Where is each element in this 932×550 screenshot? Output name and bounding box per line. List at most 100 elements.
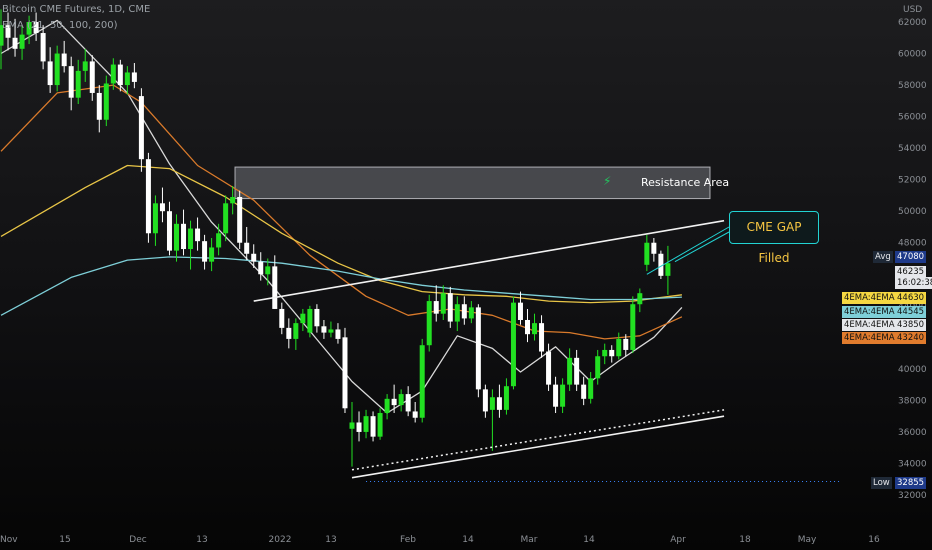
candle-body [623, 338, 629, 350]
candle-body [75, 70, 81, 98]
gap-callout[interactable]: CME GAP Filled [729, 211, 819, 265]
candle-body [546, 351, 552, 385]
price-tick-label: 52000 [898, 176, 927, 186]
price-tick-label: 54000 [898, 144, 927, 154]
candle-body [314, 308, 320, 327]
candle-body [216, 233, 222, 248]
price-tick-label: 38000 [898, 396, 927, 406]
candle-body [174, 223, 179, 251]
candle-body [286, 327, 292, 339]
candle-body [61, 53, 67, 67]
ema6-value-badge: 43240 [895, 332, 927, 344]
low-label-badge: Low [871, 477, 892, 489]
candle-body [517, 302, 523, 320]
candle-body [223, 203, 229, 234]
candle-body [602, 349, 608, 357]
candle-body [272, 266, 278, 309]
resistance-label: Resistance Area [641, 176, 730, 189]
ema-line-0 [0, 19, 683, 414]
chart-title: Bitcoin CME Futures, 1D, CME [2, 4, 151, 15]
candle-body [335, 329, 341, 339]
candle-body [377, 413, 383, 437]
callout-connector [646, 226, 730, 275]
candle-body [609, 349, 615, 357]
date-tick-label: 16 [868, 535, 880, 545]
ema3-value-badge: 43850 [895, 319, 927, 331]
candle-body [47, 61, 53, 86]
candle-body [419, 345, 425, 418]
candle-body [181, 223, 187, 250]
candle-body [363, 416, 369, 432]
candle-body [131, 72, 137, 82]
candle-body [503, 386, 509, 410]
candle-body [440, 293, 446, 314]
price-tick-label: 50000 [898, 207, 927, 217]
price-tick-label: 62000 [898, 18, 927, 28]
candle-body [539, 323, 545, 352]
candle-body [145, 159, 151, 234]
date-tick-label: Mar [521, 535, 538, 545]
date-tick-label: Apr [670, 535, 686, 545]
candle-body [665, 263, 671, 276]
candle-body [321, 326, 327, 333]
candle-body [525, 319, 530, 335]
candle-body [307, 308, 313, 333]
ema-line-1 [0, 84, 683, 340]
ema13-value-badge: 44630 [895, 292, 927, 304]
candle-body [630, 304, 636, 350]
candle-body [489, 397, 495, 410]
trendline-2 [351, 409, 725, 471]
candle-body [454, 304, 460, 322]
candle-body [651, 242, 657, 254]
price-tick-label: 32000 [898, 491, 927, 501]
date-tick-label: May [798, 535, 817, 545]
date-tick-label: Feb [400, 535, 416, 545]
candle-body [398, 394, 404, 406]
candle-body [532, 323, 538, 335]
candle-body [265, 266, 271, 275]
candle-body [588, 378, 594, 399]
candle-body [293, 323, 299, 339]
candle-body [159, 203, 165, 212]
chart-panel: 3200034000360003800040000420004400046000… [0, 0, 932, 550]
candle-body [152, 203, 158, 234]
candle-body [138, 96, 144, 160]
trendline-1 [351, 415, 725, 479]
price-chart[interactable]: 3200034000360003800040000420004400046000… [0, 0, 932, 550]
candle-body [384, 398, 390, 414]
candle-body [616, 338, 622, 357]
candle-body [82, 61, 88, 71]
candle-body [370, 416, 376, 437]
low-value-badge: 32855 [895, 477, 927, 489]
candle-body [426, 301, 432, 346]
candle-body [251, 253, 257, 262]
callout-connector [674, 231, 730, 263]
date-tick-label: Dec [129, 535, 146, 545]
indicator-legend: EMA (21, 50, 100, 200) [2, 20, 118, 31]
candle-body [110, 64, 116, 84]
candle-body [103, 83, 109, 120]
date-tick-label: 13 [325, 535, 336, 545]
candle-body [567, 357, 573, 385]
candle-body [230, 197, 236, 204]
candle-body [342, 337, 348, 409]
candle-body [124, 72, 130, 86]
candle-body [300, 313, 306, 324]
candle-body [237, 197, 243, 243]
date-tick-label: Nov [0, 535, 18, 545]
candle-body [166, 211, 172, 251]
candle-body [279, 308, 285, 328]
candle-body [209, 247, 215, 262]
date-tick-label: 2022 [269, 535, 292, 545]
candle-body [188, 228, 194, 250]
candle-body [637, 293, 643, 305]
avg-label-badge: Avg [873, 251, 893, 263]
candle-body [447, 293, 453, 322]
candle-body [244, 242, 250, 254]
candle-body [40, 33, 46, 62]
candle-body [510, 302, 516, 387]
candle-body [349, 422, 355, 429]
candle-body [595, 356, 601, 379]
candle-body [475, 307, 481, 390]
candle-body [54, 53, 60, 86]
